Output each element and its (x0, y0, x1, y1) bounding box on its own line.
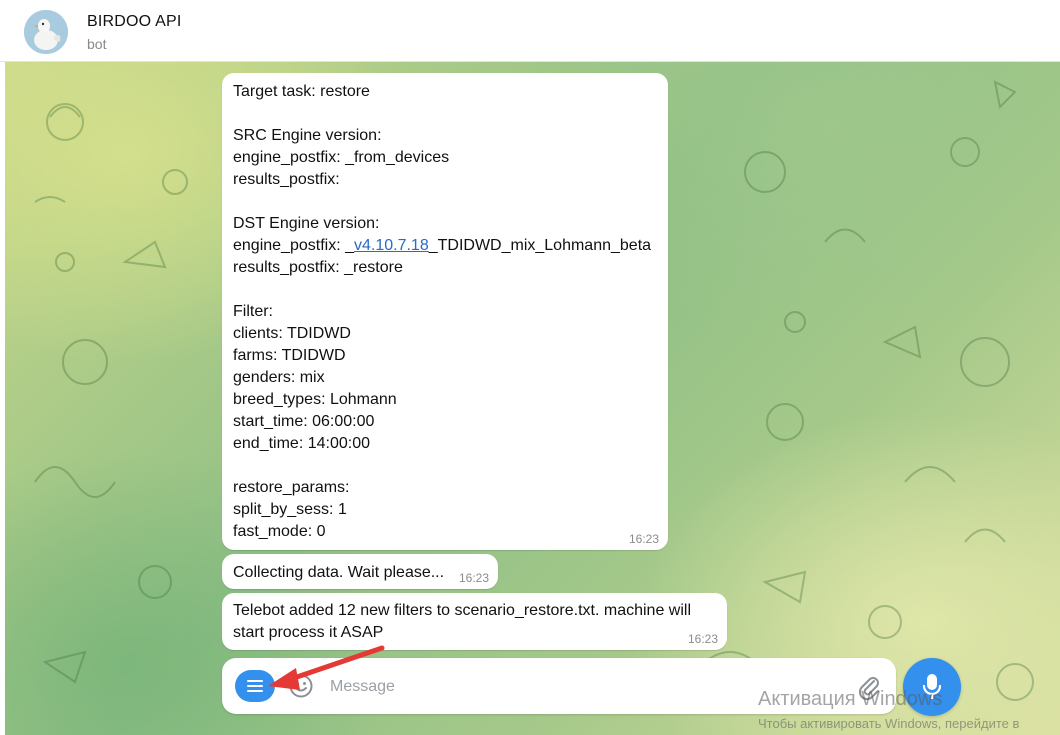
message-line: SRC Engine version: (233, 127, 382, 144)
chat-title: BIRDOO API (87, 13, 182, 30)
message-line: results_postfix: _restore (233, 259, 403, 276)
message-line: split_by_sess: 1 (233, 501, 347, 518)
chat-subtitle: bot (87, 36, 107, 52)
bird-avatar-icon (24, 10, 68, 54)
message-line-dst-engine: engine_postfix: _v4.10.7.18_TDIDWD_mix_L… (233, 235, 657, 257)
message-bubble[interactable]: Target task: restore SRC Engine version:… (222, 73, 668, 550)
message-line: start_time: 06:00:00 (233, 413, 375, 430)
message-time: 16:23 (628, 532, 659, 546)
message-line: breed_types: Lohmann (233, 391, 397, 408)
message-time: 16:23 (458, 571, 489, 585)
message-line: start process it ASAP (233, 624, 384, 641)
message-line (233, 455, 657, 477)
smiley-icon (289, 674, 313, 698)
message-line: end_time: 14:00:00 (233, 435, 370, 452)
dst-suffix: _TDIDWD_mix_Lohmann_beta (428, 237, 652, 254)
message-text: Collecting data. Wait please... (233, 564, 445, 581)
bot-menu-button[interactable] (235, 670, 275, 702)
message-line: results_postfix: (233, 171, 340, 188)
message-line: farms: TDIDWD (233, 347, 346, 364)
menu-icon (247, 680, 263, 692)
message-line: genders: mix (233, 369, 325, 386)
message-line: Filter: (233, 303, 273, 320)
message-line: engine_postfix: _from_devices (233, 149, 450, 166)
version-link[interactable]: v4.10.7.18 (354, 237, 429, 254)
message-line (233, 191, 657, 213)
message-line: restore_params: (233, 479, 350, 496)
message-line: fast_mode: 0 (233, 523, 326, 540)
dst-prefix: engine_postfix: _ (233, 237, 354, 254)
windows-activation-subtitle: Чтобы активировать Windows, перейдите в (758, 716, 1020, 731)
windows-activation-title: Активация Windows (758, 688, 943, 710)
bot-avatar[interactable] (24, 10, 68, 54)
chat-header[interactable]: BIRDOO API bot (0, 0, 1060, 62)
message-line (233, 279, 657, 301)
message-bubble[interactable]: Collecting data. Wait please... 16:23 (222, 554, 498, 589)
message-bubble[interactable]: Telebot added 12 new filters to scenario… (222, 593, 727, 650)
message-line: clients: TDIDWD (233, 325, 351, 342)
emoji-button[interactable] (288, 673, 314, 699)
message-line: Target task: restore (233, 83, 370, 100)
message-time: 16:23 (687, 632, 718, 646)
message-line: Telebot added 12 new filters to scenario… (233, 602, 692, 619)
message-line (233, 103, 657, 125)
message-input[interactable] (328, 672, 832, 702)
message-line: DST Engine version: (233, 215, 380, 232)
